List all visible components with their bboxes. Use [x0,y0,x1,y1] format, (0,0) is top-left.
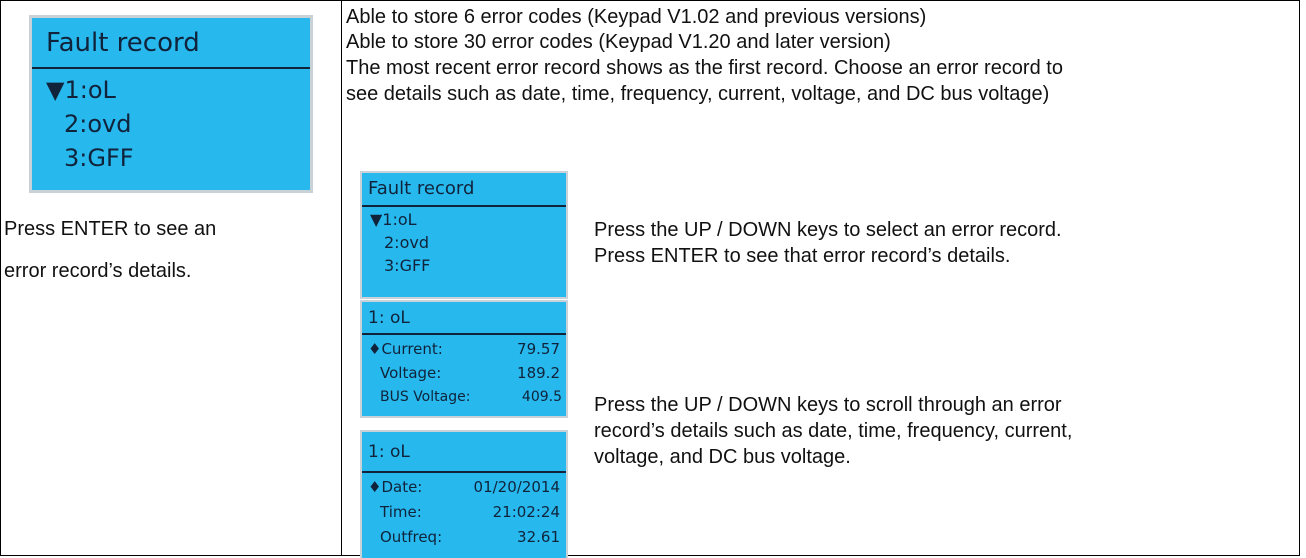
instruction-line: Press the UP / DOWN keys to select an er… [594,219,1062,241]
detail-value: 01/20/2014 [473,478,560,496]
detail-value: 79.57 [517,340,560,358]
lcd-detail-row: ♦Current: 79.57 [368,339,560,359]
detail-label: Time: [380,503,422,521]
lcd-title-rule [362,333,566,335]
lcd-item: 3:GFF [64,144,134,172]
lcd-detail-row: ♦Date: 01/20/2014 [368,477,560,497]
lcd-detail-row: BUS Voltage: 409.5 [380,387,562,407]
detail-label: Outfreq: [380,528,443,546]
description-line: The most recent error record shows as th… [346,57,1063,79]
fault-detail-lcd-date: 1: oL ♦Date: 01/20/2014 Time: 21:02:24 O… [360,430,568,558]
detail-value: 409.5 [521,389,562,405]
detail-label: BUS Voltage: [380,389,471,405]
fault-record-lcd-large: Fault record ▼1:oL 2:ovd 3:GFF [29,15,313,193]
left-instruction-line: Press ENTER to see an [4,218,217,240]
detail-label: ♦Current: [368,340,443,358]
description-line: Able to store 30 error codes (Keypad V1.… [346,31,891,53]
lcd-item: ▼1:oL [46,76,116,104]
column-divider [341,0,342,556]
description-line: Able to store 6 error codes (Keypad V1.0… [346,6,927,28]
lcd-detail-row: Outfreq: 32.61 [380,527,560,547]
lcd-title: Fault record [46,28,200,58]
detail-value: 21:02:24 [492,503,560,521]
lcd-item: 3:GFF [384,256,431,275]
instruction-line: Press ENTER to see that error record’s d… [594,245,1011,267]
description-line: see details such as date, time, frequenc… [346,83,1050,105]
lcd-title: 1: oL [368,442,410,462]
lcd-item: 2:ovd [384,233,429,252]
detail-label: ♦Date: [368,478,423,496]
lcd-title-rule [362,205,566,207]
detail-value: 189.2 [517,364,560,382]
lcd-detail-row: Time: 21:02:24 [380,502,560,522]
lcd-detail-row: Voltage: 189.2 [380,363,560,383]
lcd-title: Fault record [368,178,475,199]
lcd-title-rule [32,67,310,69]
fault-record-lcd-small: Fault record ▼1:oL 2:ovd 3:GFF [360,171,568,299]
lcd-title-rule [362,471,566,473]
lcd-item: ▼1:oL [370,210,417,229]
lcd-item: 2:ovd [64,110,132,138]
instruction-line: voltage, and DC bus voltage. [594,446,851,468]
lcd-title: 1: oL [368,308,410,328]
fault-detail-lcd-current: 1: oL ♦Current: 79.57 Voltage: 189.2 BUS… [360,300,568,418]
instruction-line: record’s details such as date, time, fre… [594,420,1073,442]
instruction-line: Press the UP / DOWN keys to scroll throu… [594,394,1062,416]
detail-value: 32.61 [517,528,560,546]
detail-label: Voltage: [380,364,442,382]
left-instruction-line: error record’s details. [4,260,192,282]
